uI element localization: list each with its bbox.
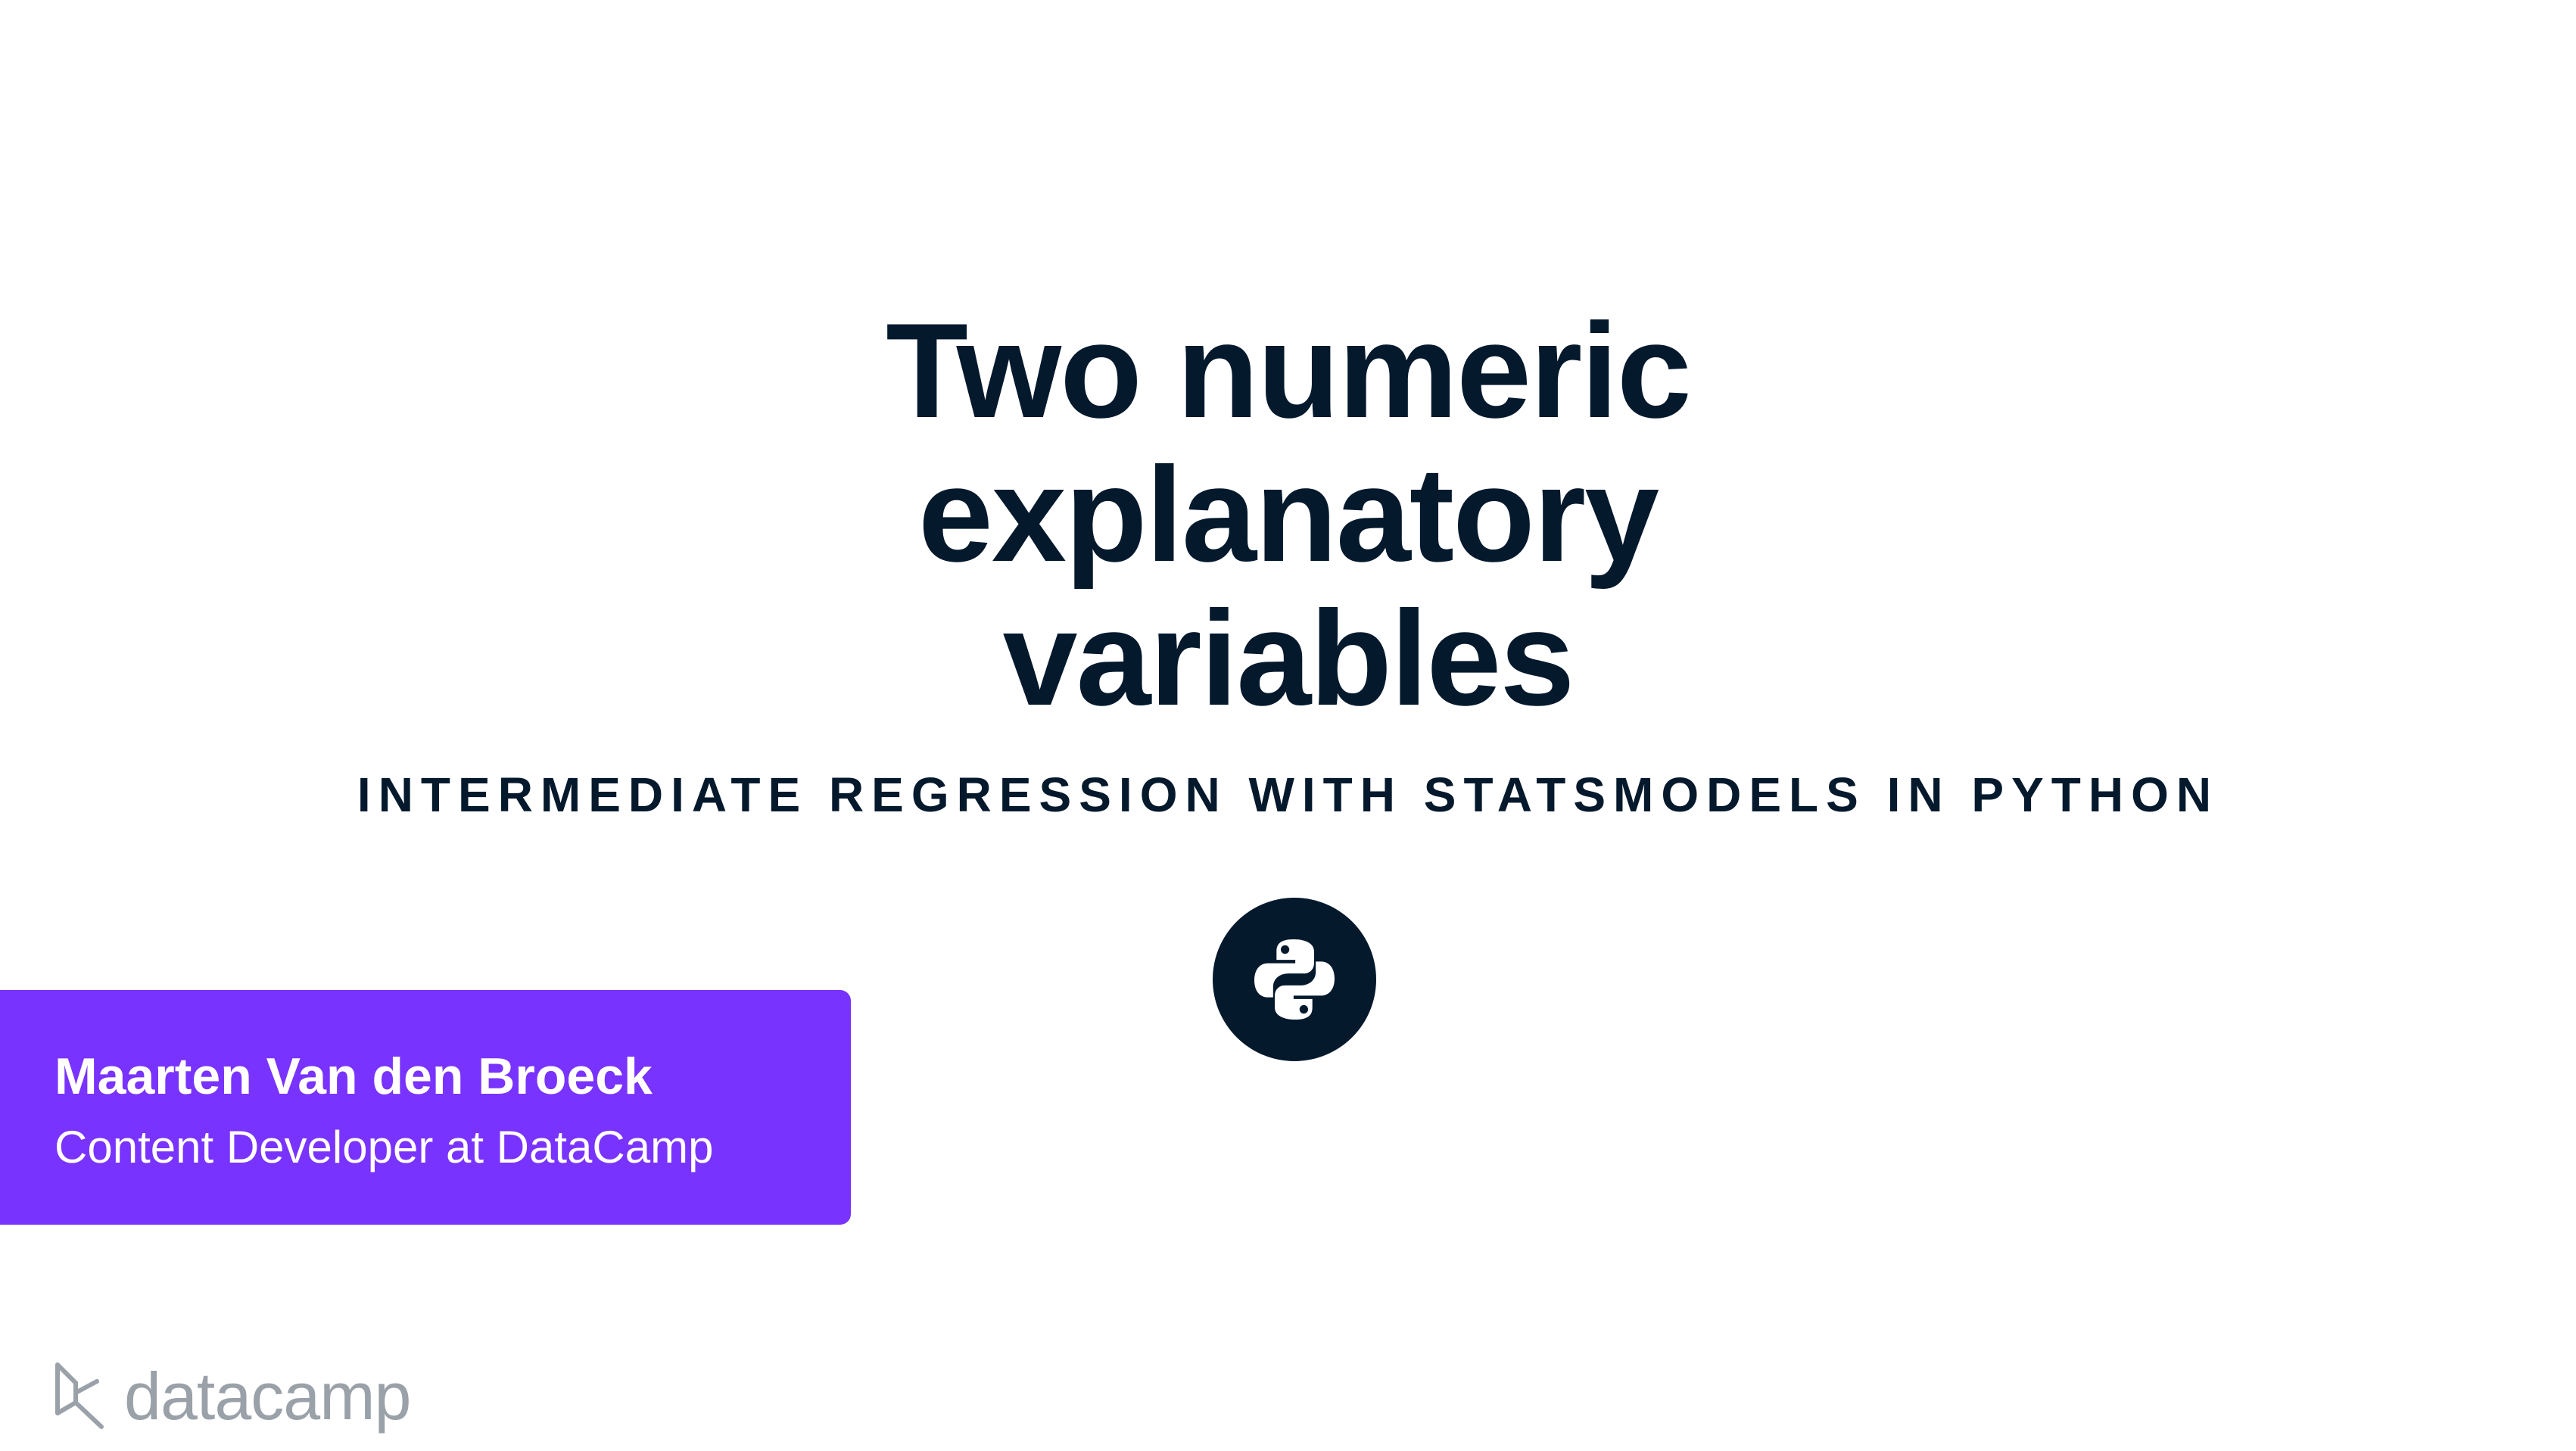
- slide-title: Two numeric explanatory variables: [0, 299, 2576, 730]
- python-logo-icon: [1254, 939, 1335, 1020]
- python-badge: [1213, 898, 1376, 1061]
- author-role: Content Developer at DataCamp: [55, 1122, 714, 1172]
- datacamp-logo-icon: [55, 1362, 104, 1429]
- title-slide: Two numeric explanatory variables INTERM…: [0, 0, 2576, 1451]
- datacamp-wordmark: datacamp: [124, 1359, 411, 1434]
- datacamp-brand: datacamp: [53, 1355, 411, 1438]
- author-card: Maarten Van den Broeck Content Developer…: [0, 990, 851, 1225]
- slide-title-line-1: Two numeric: [886, 295, 1692, 446]
- course-title: INTERMEDIATE REGRESSION WITH STATSMODELS…: [357, 768, 2219, 822]
- author-name: Maarten Van den Broeck: [55, 1048, 653, 1105]
- slide-title-line-2: explanatory: [917, 439, 1659, 590]
- slide-title-line-3: variables: [1002, 583, 1575, 733]
